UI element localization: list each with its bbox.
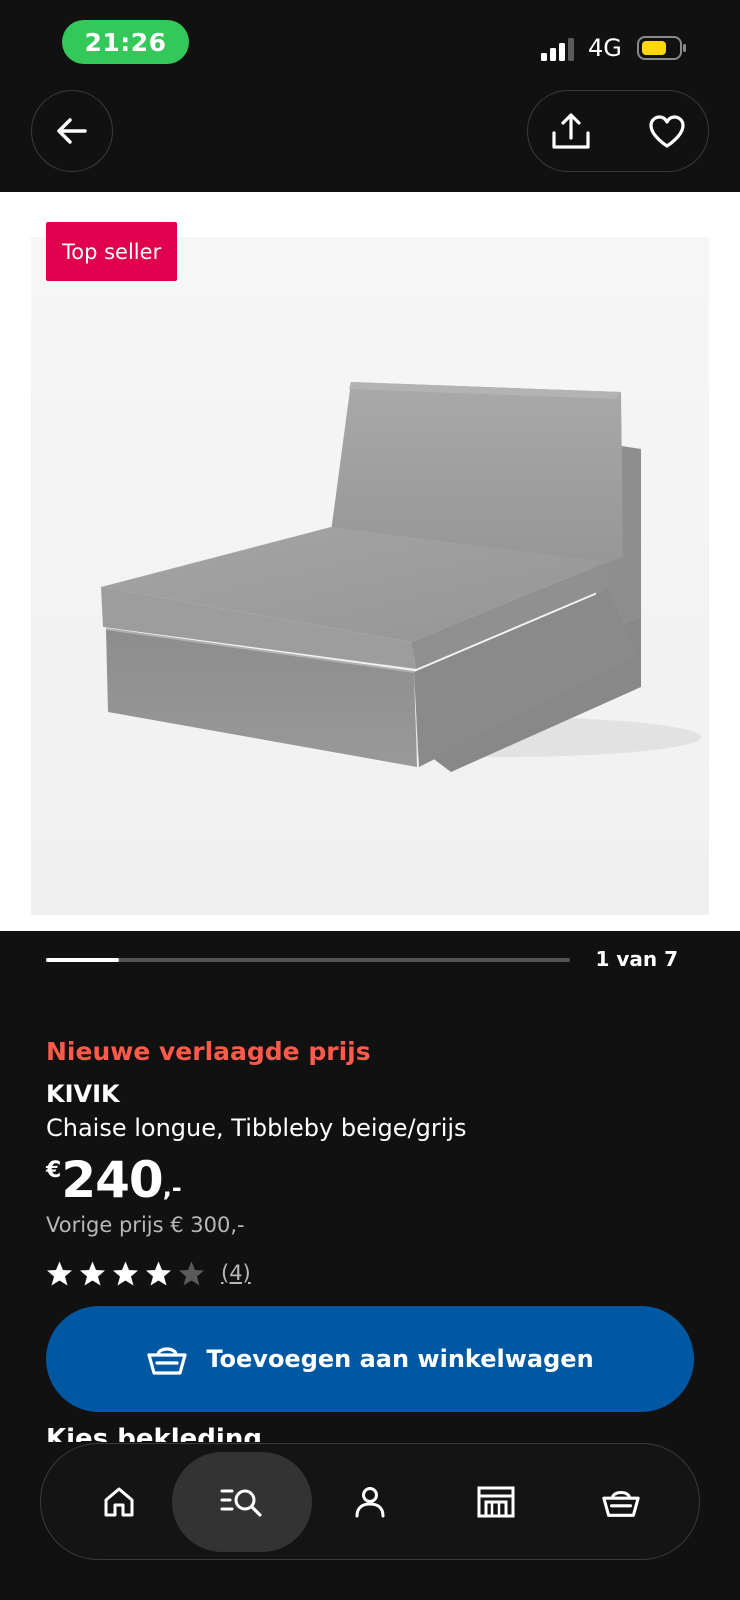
rating[interactable]: (4) [46, 1258, 251, 1288]
star-filled-icon [146, 1261, 171, 1285]
product-image-area[interactable]: Top seller [0, 192, 740, 931]
bottom-nav [40, 1443, 700, 1560]
price-currency: € [46, 1158, 62, 1183]
search-icon [220, 1489, 262, 1517]
product-price: € 240 ,- [46, 1152, 182, 1210]
battery-icon [637, 36, 686, 60]
carousel-progress [46, 958, 120, 962]
star-filled-icon [47, 1261, 72, 1285]
previous-price: Vorige prijs € 300,- [46, 1213, 245, 1237]
chaise-longue-image [31, 237, 709, 915]
review-count-link[interactable]: (4) [221, 1261, 251, 1285]
home-icon [104, 1487, 134, 1517]
product-image[interactable] [31, 237, 709, 915]
nav-store[interactable] [446, 1452, 546, 1552]
image-carousel-indicator: 1 van 7 [0, 931, 740, 991]
carousel-page-count: 1 van 7 [595, 947, 678, 971]
back-button[interactable] [31, 90, 113, 172]
status-time: 21:26 [62, 20, 189, 64]
next-section-heading: Kies bekleding [46, 1424, 262, 1442]
status-bar: 21:26 4G [0, 0, 740, 86]
heart-icon [649, 115, 685, 148]
price-integer: 240 [61, 1151, 163, 1209]
network-label: 4G [588, 34, 622, 62]
add-to-cart-button[interactable]: Toevoegen aan winkelwagen [46, 1306, 694, 1412]
nav-cart[interactable] [571, 1452, 671, 1552]
favorite-button[interactable] [642, 107, 692, 157]
action-group [527, 90, 709, 172]
add-to-cart-label: Toevoegen aan winkelwagen [206, 1345, 594, 1373]
star-filled-icon [80, 1261, 105, 1285]
nav-profile[interactable] [320, 1452, 420, 1552]
product-name[interactable]: KIVIK [46, 1080, 120, 1108]
star-empty-icon [179, 1261, 204, 1285]
carousel-track[interactable] [46, 958, 570, 962]
share-icon [552, 113, 590, 149]
top-nav [0, 86, 740, 192]
arrow-left-icon [57, 118, 87, 144]
store-icon [477, 1486, 515, 1518]
star-filled-icon [113, 1261, 138, 1285]
promo-label: Nieuwe verlaagde prijs [46, 1037, 371, 1066]
user-icon [355, 1487, 385, 1518]
share-button[interactable] [546, 107, 596, 157]
basket-icon [602, 1490, 640, 1517]
signal-icon [541, 38, 574, 61]
nav-home[interactable] [69, 1452, 169, 1552]
product-description: Chaise longue, Tibbleby beige/grijs [46, 1114, 467, 1142]
top-seller-badge: Top seller [46, 222, 178, 281]
price-decimal: ,- [162, 1174, 182, 1202]
nav-search[interactable] [172, 1452, 312, 1552]
basket-icon [147, 1347, 187, 1375]
rating-stars [46, 1260, 211, 1287]
